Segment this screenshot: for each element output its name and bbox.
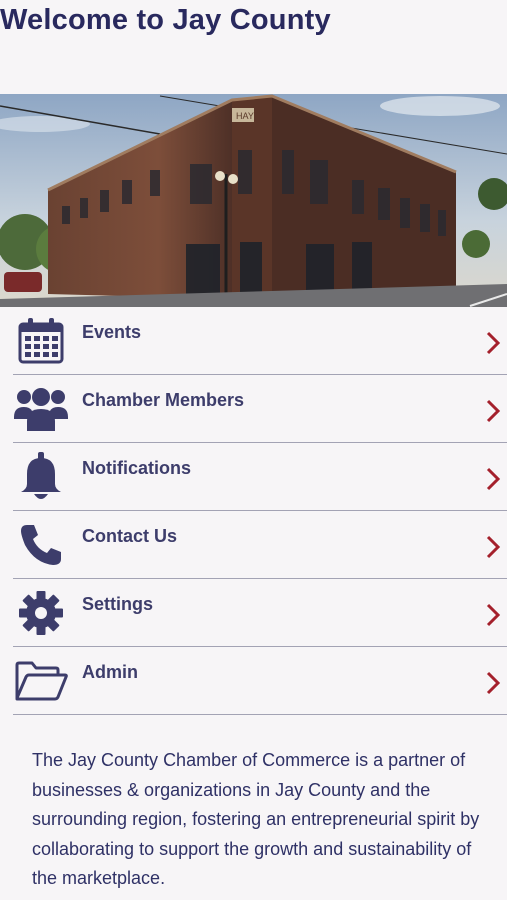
gear-icon [13, 587, 69, 639]
page-title: Welcome to Jay County [0, 4, 331, 36]
menu-item-events[interactable]: Events [13, 307, 507, 375]
calendar-icon [13, 315, 69, 367]
chevron-right-icon [485, 671, 501, 695]
about-description: The Jay County Chamber of Commerce is a … [32, 750, 480, 888]
people-group-icon [13, 383, 69, 435]
hero-image: HAY [0, 94, 507, 307]
chevron-right-icon [485, 603, 501, 627]
chevron-right-icon [485, 467, 501, 491]
chevron-right-icon [485, 399, 501, 423]
menu-item-admin[interactable]: Admin [13, 647, 507, 715]
main-menu: Events Chamber Members Notifications Con… [13, 307, 507, 715]
chevron-right-icon [485, 331, 501, 355]
bell-icon [13, 451, 69, 503]
chevron-right-icon [485, 535, 501, 559]
menu-item-label: Chamber Members [82, 390, 245, 410]
menu-item-label: Notifications [82, 458, 192, 478]
menu-item-chamber-members[interactable]: Chamber Members [13, 375, 507, 443]
menu-item-label: Settings [82, 594, 154, 614]
menu-item-notifications[interactable]: Notifications [13, 443, 507, 511]
folder-open-icon [13, 655, 69, 707]
menu-item-contact-us[interactable]: Contact Us [13, 511, 507, 579]
menu-item-settings[interactable]: Settings [13, 579, 507, 647]
menu-item-label: Events [82, 322, 142, 342]
svg-text:HAY: HAY [236, 111, 254, 121]
phone-icon [13, 519, 69, 571]
menu-item-label: Admin [82, 662, 138, 682]
menu-item-label: Contact Us [82, 526, 178, 546]
